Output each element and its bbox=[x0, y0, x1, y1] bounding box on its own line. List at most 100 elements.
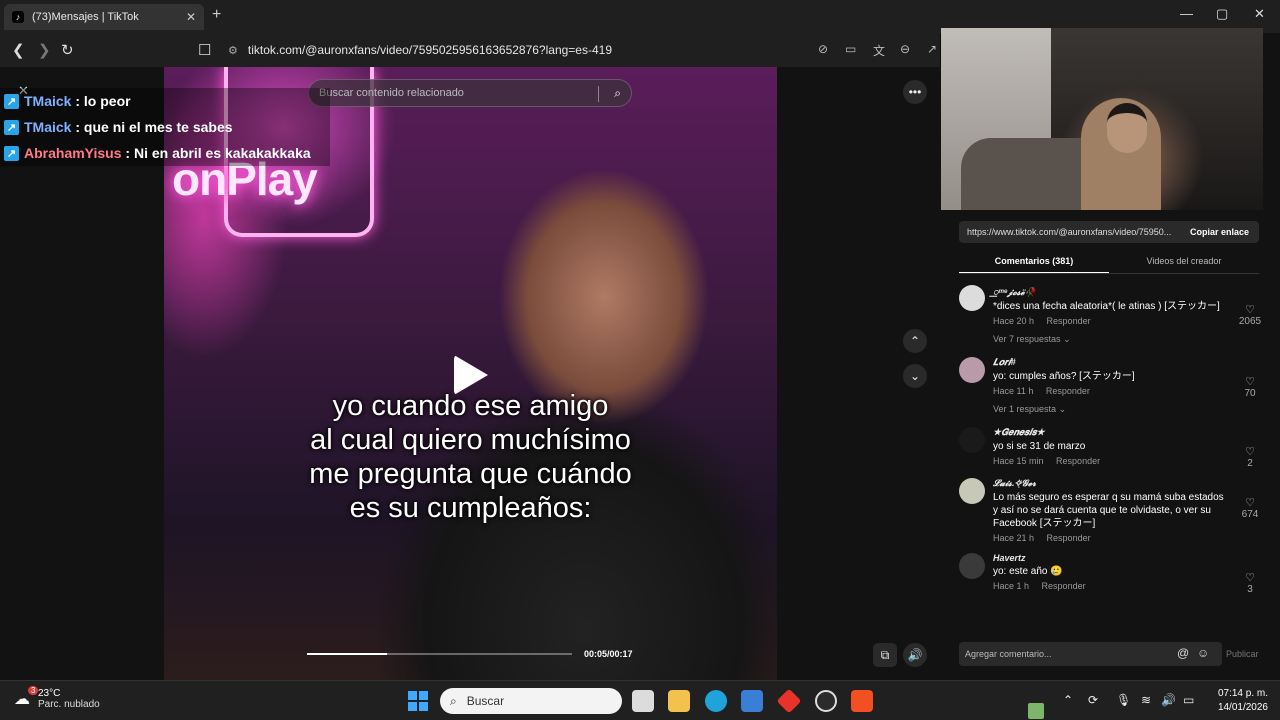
like-button[interactable]: ♡ 674 bbox=[1235, 496, 1265, 520]
edge-icon[interactable] bbox=[705, 690, 727, 712]
comment-username[interactable]: 𝑳𝒐𝒓𝒊# bbox=[993, 357, 1225, 368]
heart-icon: ♡ bbox=[1245, 572, 1255, 584]
comment-input[interactable]: Agregar comentario... @ ☺ bbox=[959, 642, 1222, 666]
share-icon[interactable]: ↗ bbox=[927, 42, 937, 56]
view-replies-button[interactable]: Ver 7 respuestas ⌄ bbox=[993, 334, 1225, 345]
reply-button[interactable]: Responder bbox=[1042, 581, 1086, 591]
avatar[interactable] bbox=[959, 357, 985, 383]
taskbar-search[interactable]: ⌕ Buscar bbox=[440, 688, 1044, 719]
app-diamond-icon[interactable] bbox=[776, 688, 802, 714]
wifi-icon[interactable]: ≋ bbox=[1141, 693, 1151, 707]
weather-widget[interactable]: ☁ 3 23°C Parc. nublado bbox=[14, 686, 100, 710]
comment-meta: Hace 20 h Responder bbox=[993, 316, 1225, 326]
comment-username[interactable]: Havertz bbox=[993, 553, 1225, 563]
store-icon[interactable] bbox=[741, 690, 763, 712]
chat-text: : Ni en abril es kakakakkaka bbox=[125, 145, 311, 161]
like-count: 674 bbox=[1241, 509, 1259, 520]
avatar[interactable] bbox=[959, 478, 985, 504]
comment-placeholder: Agregar comentario... bbox=[965, 649, 1052, 659]
bookmark-icon[interactable]: ☐ bbox=[198, 41, 211, 59]
publish-button[interactable]: Publicar bbox=[1226, 649, 1259, 659]
comment-username[interactable]: ★𝑮𝒆𝒏𝒆𝒔𝒊𝒔★ bbox=[993, 427, 1225, 438]
reply-button[interactable]: Responder bbox=[1056, 456, 1100, 466]
comment-body: 𝑳𝒐𝒓𝒊# yo: cumples años? [ステッカー] Hace 11 … bbox=[993, 357, 1269, 415]
tray-expand-icon[interactable]: ⌃ bbox=[1063, 693, 1073, 707]
tab-creator-videos[interactable]: Videos del creador bbox=[1109, 252, 1259, 274]
comment-username[interactable]: ꯭ᵐᵉ𝓳𝓸𝓼𝓮̈🥀 bbox=[993, 285, 1225, 298]
avatar[interactable] bbox=[959, 553, 985, 579]
translate-icon[interactable]: 文 bbox=[873, 42, 885, 59]
tabs-divider bbox=[959, 273, 1259, 274]
browser-tab[interactable]: ♪ (73)Mensajes | TikTok ✕ bbox=[4, 4, 204, 30]
related-search-input[interactable]: Buscar contenido relacionado ⌕ bbox=[308, 79, 632, 107]
start-icon[interactable] bbox=[408, 691, 428, 711]
site-info-icon[interactable]: ⚙ bbox=[228, 44, 238, 57]
cast-icon[interactable]: ▭ bbox=[845, 42, 856, 56]
minimize-icon[interactable]: — bbox=[1180, 6, 1193, 21]
share-link-text[interactable]: https://www.tiktok.com/@auronxfans/video… bbox=[959, 227, 1180, 237]
copy-link-button[interactable]: Copiar enlace bbox=[1180, 227, 1259, 237]
webcam-overlay bbox=[941, 28, 1263, 210]
reply-button[interactable]: Responder bbox=[1046, 386, 1090, 396]
like-button[interactable]: ♡ 2 bbox=[1235, 445, 1265, 469]
comment-item: 𝑳𝒐𝒓𝒊# yo: cumples años? [ステッカー] Hace 11 … bbox=[959, 357, 1269, 415]
weather-temp: 23°C bbox=[38, 688, 61, 699]
brave-icon[interactable] bbox=[851, 690, 873, 712]
mention-icon[interactable]: @ bbox=[1177, 646, 1189, 660]
heart-icon: ♡ bbox=[1245, 497, 1255, 509]
badge-icon: ↗ bbox=[4, 119, 19, 135]
previous-video-icon[interactable]: ⌃ bbox=[903, 329, 927, 353]
comment-username[interactable]: 𝓛𝓾𝓲𝓼.✧̣̇𝓖𝓮𝓻 bbox=[993, 478, 1225, 489]
task-view-icon[interactable] bbox=[632, 690, 654, 712]
reply-button[interactable]: Responder bbox=[1047, 533, 1091, 543]
close-tab-icon[interactable]: ✕ bbox=[186, 10, 196, 24]
obs-icon[interactable] bbox=[815, 690, 837, 712]
progress-fill bbox=[307, 653, 387, 655]
emoji-icon[interactable]: ☺ bbox=[1197, 646, 1209, 660]
forward-icon[interactable]: ❯ bbox=[38, 41, 51, 59]
search-icon[interactable]: ⌕ bbox=[614, 86, 621, 101]
view-replies-label: Ver 7 respuestas bbox=[993, 334, 1061, 344]
heart-icon: ♡ bbox=[1245, 376, 1255, 388]
like-count: 3 bbox=[1247, 584, 1253, 595]
like-button[interactable]: ♡ 70 bbox=[1235, 375, 1265, 399]
pip-icon[interactable]: ⧉ bbox=[873, 643, 897, 667]
comment-time: Hace 1 h bbox=[993, 581, 1030, 591]
battery-icon[interactable]: ▭ bbox=[1183, 693, 1194, 707]
maximize-icon[interactable]: ▢ bbox=[1216, 6, 1228, 22]
comment-meta: Hace 11 h Responder bbox=[993, 386, 1225, 396]
volume-icon[interactable]: 🔊 bbox=[903, 643, 927, 667]
reload-icon[interactable]: ↻ bbox=[61, 41, 74, 59]
system-clock[interactable]: 07:14 p. m. 14/01/2026 bbox=[1208, 687, 1268, 715]
video-progress-bar[interactable] bbox=[307, 653, 572, 655]
comment-body: ★𝑮𝒆𝒏𝒆𝒔𝒊𝒔★ yo si se 31 de marzo Hace 15 m… bbox=[993, 427, 1269, 466]
close-window-icon[interactable]: ✕ bbox=[1254, 6, 1265, 22]
avatar[interactable] bbox=[959, 427, 985, 453]
comment-time: Hace 21 h bbox=[993, 533, 1035, 543]
new-tab-button[interactable]: + bbox=[212, 6, 221, 24]
tiktok-icon: ♪ bbox=[12, 11, 24, 23]
more-options-icon[interactable]: ••• bbox=[903, 80, 927, 104]
next-video-icon[interactable]: ⌄ bbox=[903, 364, 927, 388]
url-field[interactable]: ⚙ tiktok.com/@auronxfans/video/759502595… bbox=[228, 38, 848, 62]
comment-text: yo: cumples años? [ステッカー] bbox=[993, 371, 1135, 382]
mic-icon[interactable]: 🎙 bbox=[1116, 693, 1131, 707]
avatar[interactable] bbox=[959, 285, 985, 311]
tab-comments[interactable]: Comentarios (381) bbox=[959, 252, 1109, 274]
comment-body: 𝓛𝓾𝓲𝓼.✧̣̇𝓖𝓮𝓻 Lo más seguro es esperar q s… bbox=[993, 478, 1269, 543]
back-icon[interactable]: ❮ bbox=[12, 41, 25, 59]
camera-off-icon[interactable]: ⊘ bbox=[818, 42, 828, 56]
zoom-icon[interactable]: ⊖ bbox=[900, 42, 910, 56]
sync-icon[interactable]: ⟳ bbox=[1088, 693, 1098, 707]
view-replies-button[interactable]: Ver 1 respuesta ⌄ bbox=[993, 404, 1225, 415]
search-placeholder: Buscar contenido relacionado bbox=[319, 87, 464, 99]
comment-time: Hace 15 min bbox=[993, 456, 1044, 466]
speaker-icon[interactable]: 🔊 bbox=[1161, 693, 1176, 707]
comment-list: ꯭ᵐᵉ𝓳𝓸𝓼𝓮̈🥀 *dices una fecha aleatoria*( l… bbox=[959, 285, 1269, 625]
reply-button[interactable]: Responder bbox=[1047, 316, 1091, 326]
like-button[interactable]: ♡ 3 bbox=[1235, 571, 1265, 595]
like-button[interactable]: ♡ 2065 bbox=[1235, 303, 1265, 327]
minecraft-icon[interactable] bbox=[1028, 703, 1044, 719]
file-explorer-icon[interactable] bbox=[668, 690, 690, 712]
comment-text: *dices una fecha aleatoria*( le atinas )… bbox=[993, 301, 1220, 312]
